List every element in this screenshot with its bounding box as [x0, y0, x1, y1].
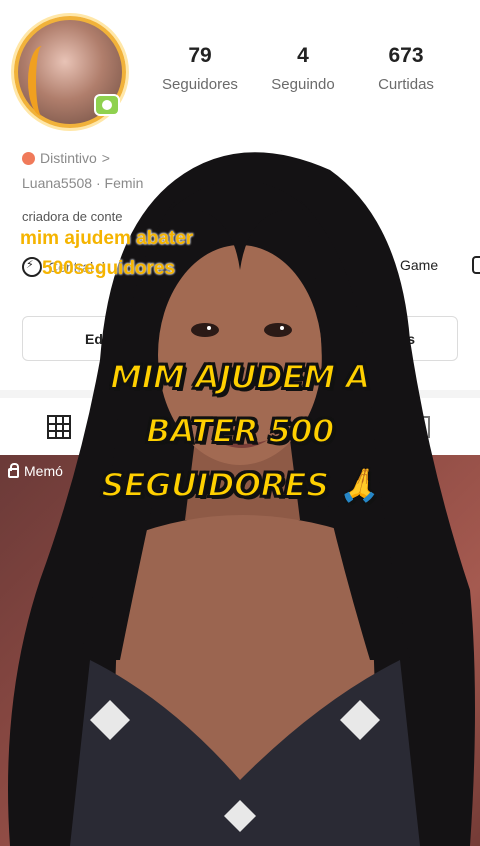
stat-following-value: 4 [297, 44, 309, 67]
memories-label: Memó [8, 463, 63, 479]
stat-likes-value: 673 [388, 44, 424, 67]
game-icon[interactable] [472, 256, 480, 274]
main-caption-line2: BATER 500 [145, 411, 335, 451]
main-caption-line1: MIM AJUDEM A [109, 357, 371, 397]
lock-icon [8, 463, 19, 478]
memories-text: Memó [24, 463, 63, 479]
main-caption-line3: SEGUIDORES 🙏 [100, 465, 380, 505]
badge-icon [22, 151, 35, 165]
avatar-moon-decoration [28, 46, 56, 116]
camera-icon[interactable] [94, 94, 120, 116]
bolt-icon [22, 257, 42, 277]
main-caption: MIM AJUDEM A BATER 500 SEGUIDORES 🙏 [60, 350, 420, 512]
stat-followers-value: 79 [188, 44, 212, 67]
badge-label: Distintivo [40, 150, 97, 166]
video-gallery-thumbnail[interactable] [0, 455, 480, 846]
stat-following-label: Seguindo [271, 76, 335, 93]
chevron-right-icon: > [101, 150, 110, 166]
small-caption-line1: mim ajudem abater [20, 228, 194, 249]
username-line: Luana5508 · Femin [22, 175, 144, 191]
small-caption-line2: 500seguidores [42, 258, 176, 279]
stat-followers-label: Seguidores [162, 76, 238, 93]
stat-following[interactable]: 4 Seguindo [253, 44, 353, 93]
stat-likes-label: Curtidas [378, 76, 434, 93]
bio-text: criadora de conte [22, 209, 123, 224]
game-link[interactable]: Game [400, 257, 438, 273]
stat-followers[interactable]: 79 Seguidores [150, 44, 250, 93]
hair-top [170, 180, 310, 270]
stat-likes[interactable]: 673 Curtidas [356, 44, 456, 93]
badge-link[interactable]: Distintivo > [22, 150, 110, 166]
